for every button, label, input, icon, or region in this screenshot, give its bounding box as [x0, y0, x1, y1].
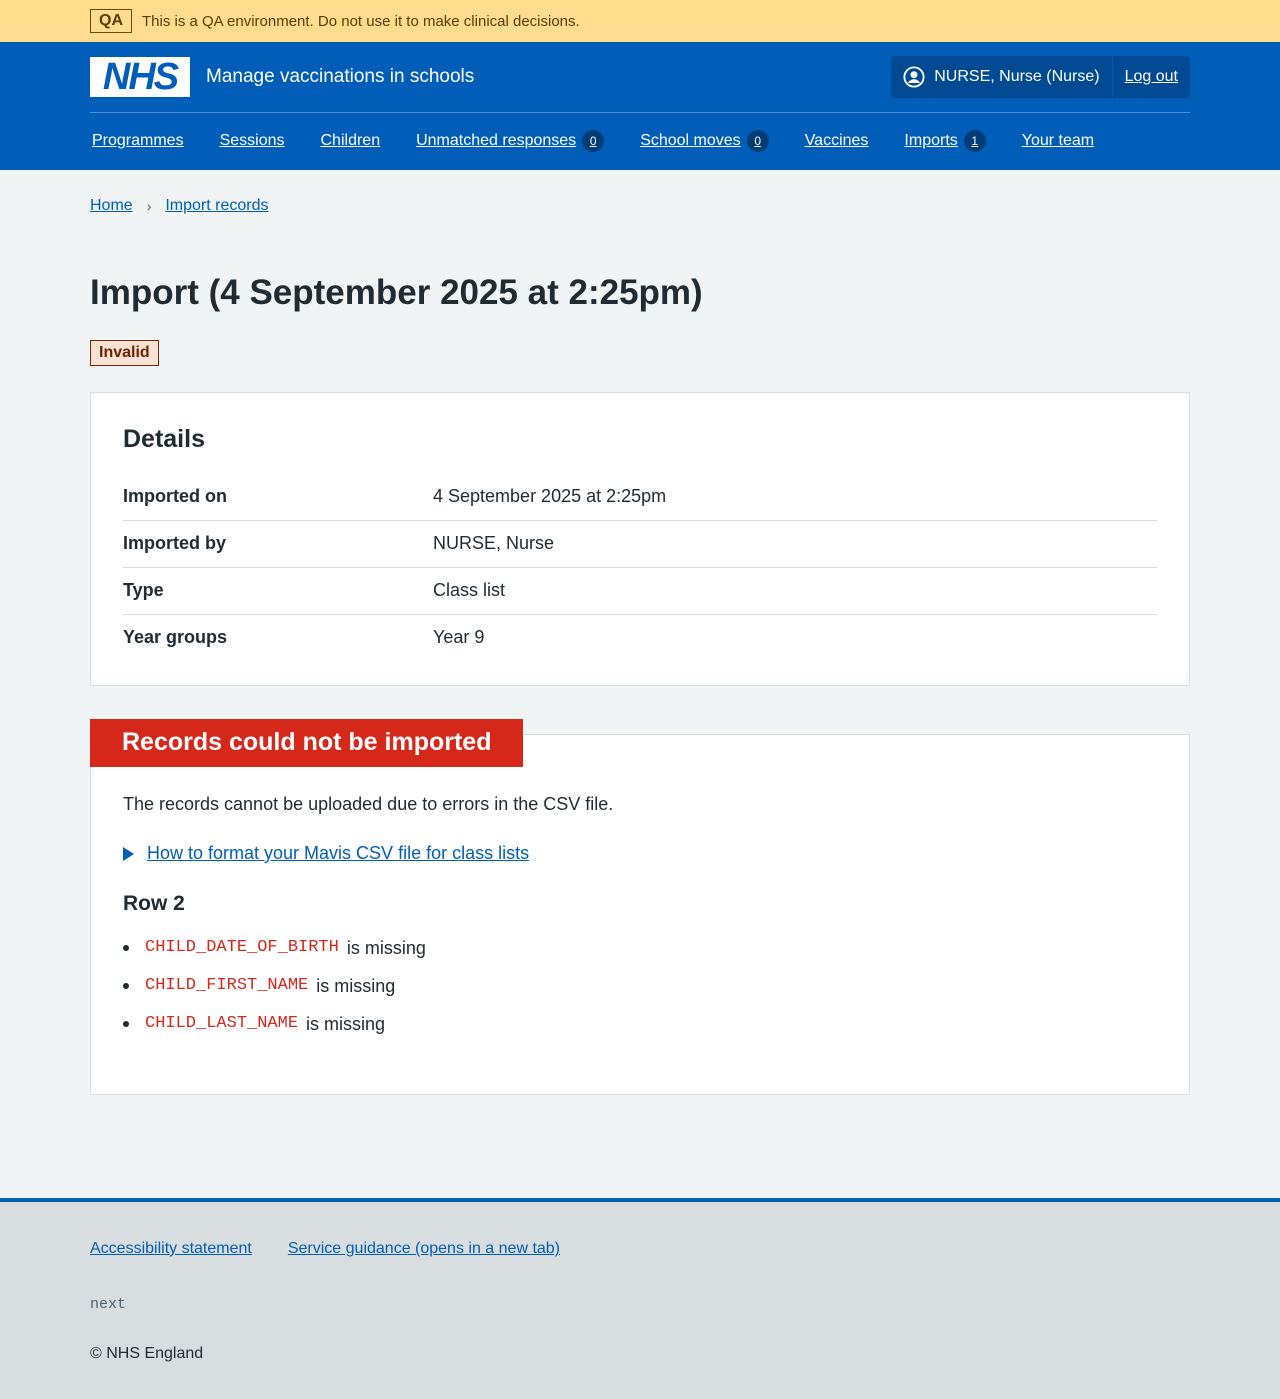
summary-key: Year groups	[123, 627, 228, 647]
header: NHS Manage vaccinations in schools NURSE…	[0, 42, 1280, 170]
summary-row: Year groups Year 9	[123, 615, 1157, 661]
status-badge: Invalid	[90, 340, 159, 366]
service-name[interactable]: Manage vaccinations in schools	[206, 66, 474, 88]
error-item: CHILD_LAST_NAME is missing	[123, 1012, 1157, 1036]
details-heading: Details	[123, 425, 205, 453]
error-item: CHILD_FIRST_NAME is missing	[123, 974, 1157, 998]
error-item: CHILD_DATE_OF_BIRTH is missing	[123, 936, 1157, 960]
brand[interactable]: NHS Manage vaccinations in schools	[90, 57, 474, 97]
nav-label: Imports	[904, 132, 958, 149]
breadcrumb-import-records[interactable]: Import records	[165, 197, 268, 215]
summary-row: Imported by NURSE, Nurse	[123, 521, 1157, 568]
error-message: is missing	[316, 976, 396, 996]
nav-label: Your team	[1021, 132, 1095, 149]
error-message: is missing	[306, 1014, 386, 1034]
summary-row: Imported on 4 September 2025 at 2:25pm	[123, 476, 1157, 521]
footer-links: Accessibility statement Service guidance…	[90, 1240, 1190, 1258]
accessibility-statement-link[interactable]: Accessibility statement	[90, 1240, 252, 1258]
nav-item-school-moves[interactable]: School moves 0	[640, 130, 769, 152]
user-circle-icon	[903, 66, 925, 88]
summary-row: Type Class list	[123, 568, 1157, 615]
nav-item-unmatched-responses[interactable]: Unmatched responses 0	[416, 130, 605, 152]
nav-item-children[interactable]: Children	[321, 132, 381, 150]
count-badge: 0	[582, 130, 605, 152]
nav-label: Unmatched responses	[416, 132, 577, 149]
main-content: Home › Import records Import (4 Septembe…	[0, 170, 1280, 1095]
chevron-right-icon: ›	[146, 198, 152, 214]
summary-value: Year 9	[433, 627, 485, 647]
row-heading: Row 2	[123, 892, 185, 915]
nav-item-imports[interactable]: Imports 1	[904, 130, 986, 152]
error-list: CHILD_DATE_OF_BIRTH is missing CHILD_FIR…	[123, 936, 1157, 1036]
import-errors-description: The records cannot be uploaded due to er…	[123, 794, 614, 814]
logout-link[interactable]: Log out	[1113, 68, 1190, 86]
summary-key: Type	[123, 580, 164, 600]
csv-format-link[interactable]: How to format your Mavis CSV file for cl…	[147, 843, 529, 864]
summary-key: Imported on	[123, 486, 227, 506]
account-menu: NURSE, Nurse (Nurse) Log out	[891, 56, 1190, 98]
nav-label: Children	[320, 132, 381, 149]
copyright: © NHS England	[90, 1345, 204, 1362]
qa-banner-text: This is a QA environment. Do not use it …	[142, 12, 580, 30]
nav-item-sessions[interactable]: Sessions	[220, 132, 285, 150]
version-label: next	[90, 1296, 127, 1313]
nav-label: School moves	[640, 132, 741, 149]
nav-item-your-team[interactable]: Your team	[1022, 132, 1094, 150]
error-message: is missing	[346, 938, 426, 958]
breadcrumb: Home › Import records	[90, 170, 1190, 215]
qa-banner: QA This is a QA environment. Do not use …	[0, 0, 1280, 42]
error-field: CHILD_DATE_OF_BIRTH	[145, 938, 339, 957]
nav-label: Programmes	[92, 132, 184, 149]
error-field: CHILD_FIRST_NAME	[145, 976, 309, 995]
nhs-logo[interactable]: NHS	[90, 57, 190, 97]
qa-tag: QA	[90, 9, 132, 33]
account-user: NURSE, Nurse (Nurse)	[891, 56, 1113, 98]
nav-item-programmes[interactable]: Programmes	[92, 132, 184, 150]
count-badge: 0	[746, 130, 769, 152]
csv-format-details-toggle[interactable]: How to format your Mavis CSV file for cl…	[123, 843, 1157, 864]
triangle-right-icon	[123, 846, 134, 861]
footer: Accessibility statement Service guidance…	[0, 1198, 1280, 1399]
summary-value: 4 September 2025 at 2:25pm	[433, 486, 667, 506]
page-title: Import (4 September 2025 at 2:25pm)	[90, 273, 703, 312]
primary-nav: Programmes Sessions Children Unmatched r…	[90, 113, 1190, 169]
header-top: NHS Manage vaccinations in schools NURSE…	[90, 42, 1190, 113]
account-user-name: NURSE, Nurse (Nurse)	[934, 68, 1100, 85]
details-card: Details Imported on 4 September 2025 at …	[90, 392, 1190, 686]
nhs-logo-text: NHS	[102, 56, 179, 98]
breadcrumb-home[interactable]: Home	[90, 197, 133, 215]
import-errors-heading: Records could not be imported	[90, 719, 524, 767]
summary-value: NURSE, Nurse	[433, 533, 555, 553]
service-guidance-link[interactable]: Service guidance (opens in a new tab)	[288, 1240, 560, 1258]
import-errors-card: Records could not be imported The record…	[90, 719, 1190, 1095]
nav-item-vaccines[interactable]: Vaccines	[805, 132, 869, 150]
summary-key: Imported by	[123, 533, 227, 553]
count-badge: 1	[963, 130, 986, 152]
nav-label: Sessions	[219, 132, 285, 149]
summary-value: Class list	[433, 580, 506, 600]
error-field: CHILD_LAST_NAME	[145, 1014, 299, 1033]
nav-label: Vaccines	[804, 132, 869, 149]
